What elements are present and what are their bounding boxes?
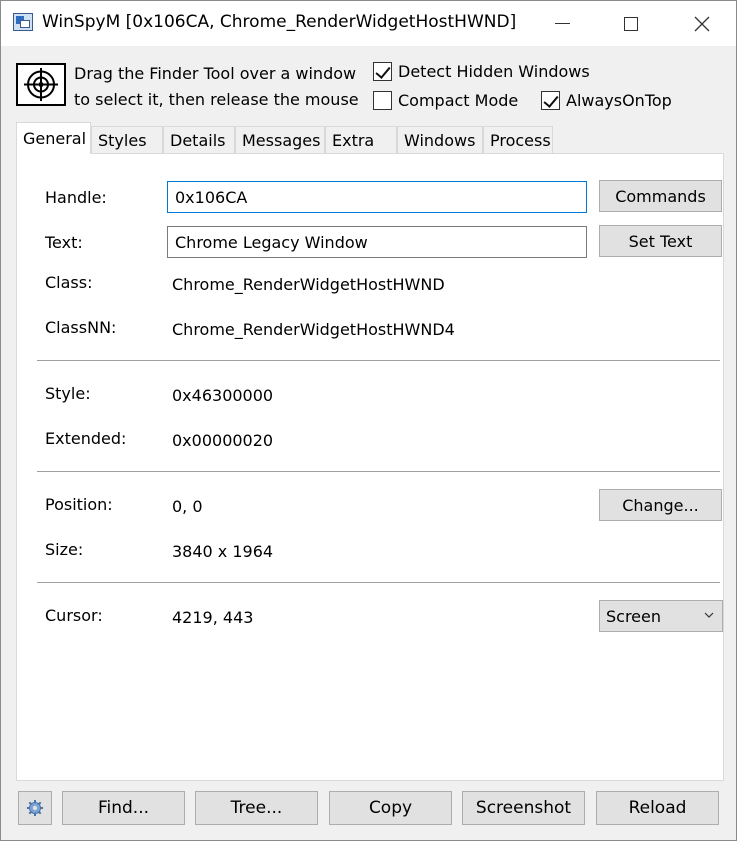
checkbox-unchecked-icon xyxy=(373,91,392,110)
screenshot-button[interactable]: Screenshot xyxy=(462,791,585,825)
commands-button[interactable]: Commands xyxy=(599,180,722,212)
maximize-button[interactable] xyxy=(608,1,654,46)
classnn-value: Chrome_RenderWidgetHostHWND4 xyxy=(172,320,455,339)
general-panel: Handle: 0x106CA Commands Text: Chrome Le… xyxy=(16,153,724,781)
cursor-mode-value: Screen xyxy=(606,606,662,626)
handle-input[interactable]: 0x106CA xyxy=(167,181,587,213)
finder-instructions-line1: Drag the Finder Tool over a window xyxy=(74,64,357,83)
style-value: 0x46300000 xyxy=(172,386,274,405)
tab-general[interactable]: General xyxy=(16,122,91,154)
tab-strip: General Styles Details Messages Extra Wi… xyxy=(16,122,726,154)
set-text-button[interactable]: Set Text xyxy=(599,225,722,257)
extended-label: Extended: xyxy=(45,429,127,448)
copy-button[interactable]: Copy xyxy=(329,791,452,825)
finder-tool[interactable] xyxy=(16,63,66,106)
always-on-top-checkbox[interactable]: AlwaysOnTop xyxy=(541,91,672,110)
tab-extra[interactable]: Extra xyxy=(325,126,397,154)
window-title: WinSpyM [0x106CA, Chrome_RenderWidgetHos… xyxy=(42,12,517,32)
always-on-top-label: AlwaysOnTop xyxy=(566,91,672,110)
settings-button[interactable] xyxy=(18,791,52,825)
separator xyxy=(37,582,720,583)
detect-hidden-windows-checkbox[interactable]: Detect Hidden Windows xyxy=(373,62,590,81)
change-button[interactable]: Change... xyxy=(599,489,722,521)
position-label: Position: xyxy=(45,495,113,514)
close-button[interactable] xyxy=(679,1,725,46)
tree-button[interactable]: Tree... xyxy=(195,791,318,825)
text-input[interactable]: Chrome Legacy Window xyxy=(167,226,587,258)
separator xyxy=(37,360,720,361)
minimize-button[interactable] xyxy=(539,1,585,46)
text-label: Text: xyxy=(45,233,83,252)
chevron-down-icon xyxy=(704,612,714,618)
checkbox-checked-icon xyxy=(373,62,392,81)
reload-button[interactable]: Reload xyxy=(596,791,719,825)
checkbox-checked-icon xyxy=(541,91,560,110)
cursor-label: Cursor: xyxy=(45,606,103,625)
cursor-value: 4219, 443 xyxy=(172,608,254,627)
compact-mode-checkbox[interactable]: Compact Mode xyxy=(373,91,518,110)
extended-value: 0x00000020 xyxy=(172,431,274,450)
title-bar: WinSpyM [0x106CA, Chrome_RenderWidgetHos… xyxy=(1,1,736,46)
class-value: Chrome_RenderWidgetHostHWND xyxy=(172,275,445,294)
finder-instructions-line2: to select it, then release the mouse xyxy=(74,90,359,109)
separator xyxy=(37,471,720,472)
compact-mode-label: Compact Mode xyxy=(398,91,519,110)
tab-styles[interactable]: Styles xyxy=(91,126,163,154)
cursor-mode-select[interactable]: Screen xyxy=(599,600,723,632)
tab-details[interactable]: Details xyxy=(163,126,235,154)
tab-process[interactable]: Process xyxy=(483,126,553,154)
detect-hidden-windows-label: Detect Hidden Windows xyxy=(398,62,590,81)
position-value: 0, 0 xyxy=(172,497,203,516)
minimize-icon xyxy=(554,23,570,24)
crosshair-icon xyxy=(24,68,58,101)
size-value: 3840 x 1964 xyxy=(172,542,274,561)
tab-windows[interactable]: Windows xyxy=(397,126,483,154)
style-label: Style: xyxy=(45,384,91,403)
maximize-icon xyxy=(624,16,638,31)
tab-messages[interactable]: Messages xyxy=(235,126,325,154)
size-label: Size: xyxy=(45,540,84,559)
find-button[interactable]: Find... xyxy=(62,791,185,825)
app-icon xyxy=(13,13,33,31)
class-label: Class: xyxy=(45,273,93,292)
gear-icon xyxy=(27,800,43,816)
winspy-window: WinSpyM [0x106CA, Chrome_RenderWidgetHos… xyxy=(0,0,737,841)
close-icon xyxy=(694,16,710,31)
handle-label: Handle: xyxy=(45,188,107,207)
classnn-label: ClassNN: xyxy=(45,318,117,337)
